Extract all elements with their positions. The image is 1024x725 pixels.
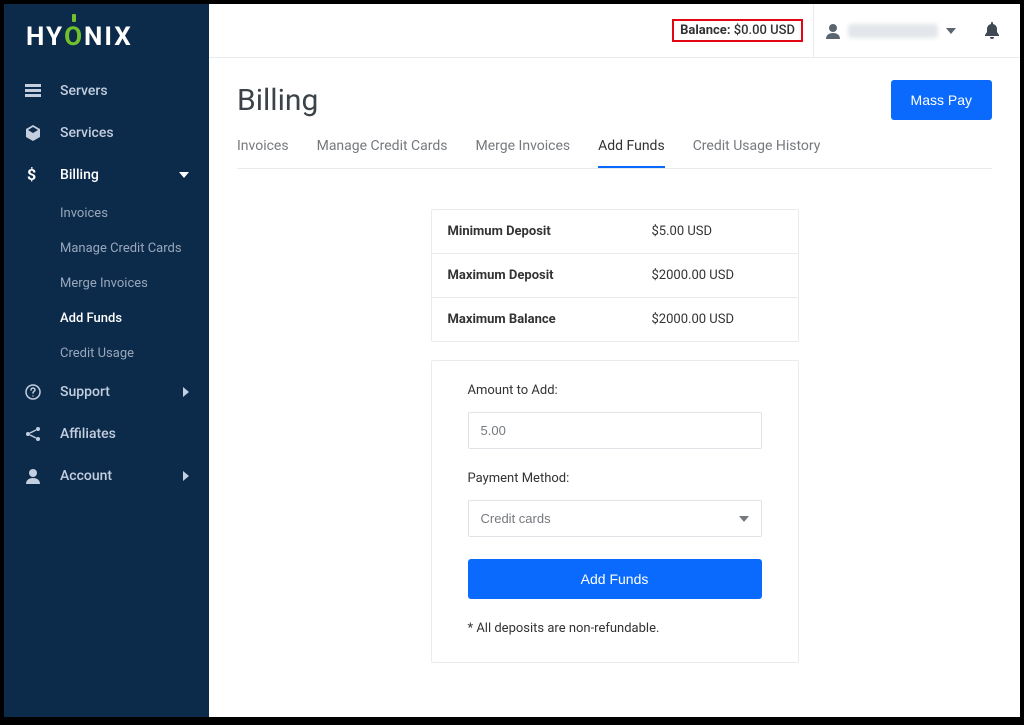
user-dropdown[interactable]	[813, 4, 968, 57]
sidebar-item-affiliates[interactable]: Affiliates	[4, 413, 209, 455]
limit-key: Maximum Balance	[448, 312, 652, 327]
user-icon	[826, 23, 840, 39]
balance-badge: Balance: $0.00 USD	[672, 19, 803, 42]
share-icon	[24, 426, 42, 442]
limit-key: Minimum Deposit	[448, 224, 652, 239]
chevron-down-icon	[179, 172, 189, 178]
tab-manage-cards[interactable]: Manage Credit Cards	[317, 138, 448, 168]
tabs: Invoices Manage Credit Cards Merge Invoi…	[237, 138, 992, 169]
notifications-button[interactable]	[972, 22, 1012, 40]
main: Balance: $0.00 USD Billing Mass Pay Invo…	[209, 4, 1020, 717]
add-funds-button[interactable]: Add Funds	[468, 559, 762, 599]
sidebar-item-label: Servers	[60, 83, 108, 99]
sub-item-credit-usage[interactable]: Credit Usage	[4, 336, 209, 371]
logo-pre: HY	[26, 22, 64, 52]
sidebar: HYONIX Servers Services $ Billing Invoic…	[4, 4, 209, 717]
limit-value: $2000.00 USD	[652, 312, 782, 327]
logo[interactable]: HYONIX	[4, 16, 209, 70]
limit-key: Maximum Deposit	[448, 268, 652, 283]
logo-accent: O	[64, 22, 84, 52]
limit-value: $2000.00 USD	[652, 268, 782, 283]
chevron-down-icon	[946, 28, 956, 34]
sidebar-item-label: Account	[60, 468, 112, 484]
add-funds-form: Amount to Add: Payment Method: Credit ca…	[431, 360, 799, 663]
sidebar-item-label: Billing	[60, 167, 99, 183]
nav: Servers Services $ Billing Invoices Mana…	[4, 70, 209, 497]
sidebar-item-label: Services	[60, 125, 114, 141]
sub-item-invoices[interactable]: Invoices	[4, 196, 209, 231]
logo-post: NIX	[84, 22, 133, 52]
payment-method-label: Payment Method:	[468, 471, 762, 486]
balance-label: Balance:	[680, 23, 730, 38]
chevron-right-icon	[183, 471, 189, 481]
tab-invoices[interactable]: Invoices	[237, 138, 289, 168]
amount-input[interactable]	[468, 412, 762, 449]
tab-credit-usage-history[interactable]: Credit Usage History	[693, 138, 821, 168]
tab-merge-invoices[interactable]: Merge Invoices	[476, 138, 571, 168]
dollar-icon: $	[24, 167, 42, 183]
user-name-redacted	[848, 24, 938, 38]
topbar: Balance: $0.00 USD	[209, 4, 1020, 58]
bell-icon	[984, 22, 1000, 40]
limits-panel: Minimum Deposit $5.00 USD Maximum Deposi…	[431, 209, 799, 342]
page-head: Billing Mass Pay	[237, 80, 992, 120]
sub-item-merge-invoices[interactable]: Merge Invoices	[4, 266, 209, 301]
mass-pay-button[interactable]: Mass Pay	[891, 80, 992, 120]
billing-submenu: Invoices Manage Credit Cards Merge Invoi…	[4, 196, 209, 371]
user-icon	[24, 468, 42, 484]
limit-row: Maximum Deposit $2000.00 USD	[432, 253, 798, 297]
sub-item-manage-cards[interactable]: Manage Credit Cards	[4, 231, 209, 266]
sidebar-item-services[interactable]: Services	[4, 112, 209, 154]
sidebar-item-servers[interactable]: Servers	[4, 70, 209, 112]
sub-item-add-funds[interactable]: Add Funds	[4, 301, 209, 336]
cube-icon	[24, 125, 42, 141]
sidebar-item-label: Affiliates	[60, 426, 116, 442]
refund-note: * All deposits are non-refundable.	[468, 621, 762, 636]
limit-row: Maximum Balance $2000.00 USD	[432, 297, 798, 341]
servers-icon	[24, 84, 42, 98]
balance-value: $0.00 USD	[734, 23, 795, 38]
limit-value: $5.00 USD	[652, 224, 782, 239]
content: Billing Mass Pay Invoices Manage Credit …	[209, 58, 1020, 685]
sidebar-item-billing[interactable]: $ Billing	[4, 154, 209, 196]
payment-method-select[interactable]: Credit cards	[468, 500, 762, 537]
limit-row: Minimum Deposit $5.00 USD	[432, 210, 798, 253]
sidebar-item-label: Support	[60, 384, 110, 400]
tab-add-funds[interactable]: Add Funds	[598, 138, 665, 168]
help-icon	[24, 384, 42, 400]
sidebar-item-account[interactable]: Account	[4, 455, 209, 497]
amount-label: Amount to Add:	[468, 383, 762, 398]
chevron-right-icon	[183, 387, 189, 397]
sidebar-item-support[interactable]: Support	[4, 371, 209, 413]
page-title: Billing	[237, 83, 318, 118]
svg-text:$: $	[27, 167, 36, 183]
